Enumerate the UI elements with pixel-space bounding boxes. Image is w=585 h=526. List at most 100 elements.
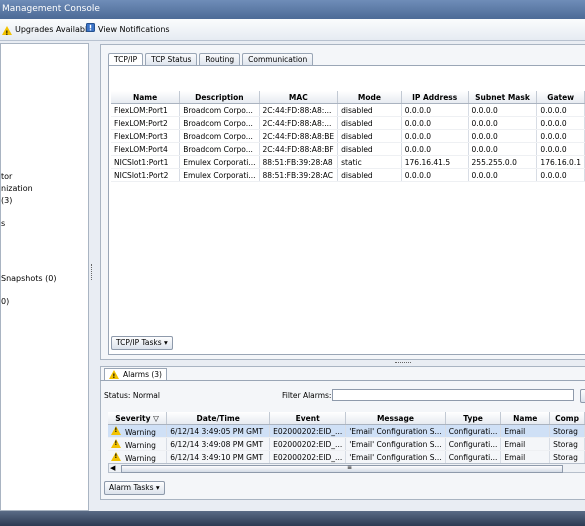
cell-subnet-mask: 0.0.0.0 [468,103,538,117]
tcpip-tasks-button[interactable]: TCP/IP Tasks ▾ [111,336,173,350]
column-header-date-time[interactable]: Date/Time [166,412,271,425]
cell-description: Broadcom Corpo... [179,103,260,117]
column-header-description[interactable]: Description [179,91,260,104]
notifications-label: View Notifications [98,25,170,34]
cell-description: Emulex Corporati... [179,155,260,169]
table-row[interactable]: Warning 6/12/14 3:49:05 PM GMT E02000202… [108,424,585,438]
cell-event: E02000202:EID_... [269,450,347,464]
nav-item[interactable]: 0) [1,297,9,306]
nav-item[interactable]: tor [1,172,12,181]
upgrades-label: Upgrades Available [15,25,93,34]
nav-item[interactable]: nization [1,184,33,193]
cell-name: NICSlot1:Port1 [111,155,181,169]
cell-ip-address: 176.16.41.5 [401,155,469,169]
cell-gateway: 0.0.0.0 [536,116,585,130]
tab-tcp-status[interactable]: TCP Status [145,53,198,65]
cell-subnet-mask: 0.0.0.0 [468,129,538,143]
cell-name: FlexLOM:Port4 [111,142,181,156]
scroll-left-icon[interactable]: ◀ [110,464,115,472]
cell-mac: 88:51:FB:39:28:AC [259,168,339,182]
scroll-grip-icon: ≡ [347,464,353,471]
tab-routing[interactable]: Routing [199,53,241,65]
navigation-tree[interactable]: tor nization (3) s Snapshots (0) 0) [0,43,89,511]
status-label: Status: [104,391,131,400]
column-header-severity[interactable]: Severity ▽ [108,412,168,425]
alarms-table: Severity ▽ Date/Time Event Message Type … [108,412,585,464]
cell-description: Broadcom Corpo... [179,129,260,143]
filter-button[interactable] [580,389,585,403]
warning-icon [111,438,121,448]
cell-message: 'Email' Configuration S... [345,437,446,451]
column-header-mac[interactable]: MAC [259,91,339,104]
column-header-subnet-mask[interactable]: Subnet Mask [468,91,538,104]
cell-gateway: 176.16.0.1 [536,155,585,169]
table-row[interactable]: NICSlot1:Port1 Emulex Corporati... 88:51… [111,155,585,169]
nav-item[interactable]: (3) [1,196,12,205]
cell-message: 'Email' Configuration S... [345,450,446,464]
cell-gateway: 0.0.0.0 [536,103,585,117]
table-row[interactable]: FlexLOM:Port2 Broadcom Corpo... 2C:44:FD… [111,116,585,130]
cell-type: Configurati... [445,437,502,451]
cell-date-time: 6/12/14 3:49:10 PM GMT [166,450,271,464]
table-row[interactable]: Warning 6/12/14 3:49:10 PM GMT E02000202… [108,450,585,464]
filter-alarms-input[interactable] [332,389,574,401]
alarm-status: Status: Normal [104,391,160,400]
warning-icon [111,451,121,461]
cell-component: Storag [549,437,585,451]
cell-gateway: 0.0.0.0 [536,129,585,143]
cell-name: Email [500,424,551,438]
column-header-name[interactable]: Name [500,412,551,425]
cell-message: 'Email' Configuration S... [345,424,446,438]
alarm-tasks-button[interactable]: Alarm Tasks ▾ [104,481,165,495]
cell-date-time: 6/12/14 3:49:08 PM GMT [166,437,271,451]
column-header-message[interactable]: Message [345,412,446,425]
column-header-mode[interactable]: Mode [337,91,402,104]
cell-severity: Warning [108,450,168,464]
column-header-type[interactable]: Type [445,412,502,425]
cell-component: Storag [549,450,585,464]
cell-ip-address: 0.0.0.0 [401,129,469,143]
table-row[interactable]: NICSlot1:Port2 Emulex Corporati... 88:51… [111,168,585,182]
scroll-thumb[interactable] [121,465,563,473]
column-header-component[interactable]: Comp [549,412,585,425]
cell-description: Emulex Corporati... [179,168,260,182]
horizontal-scrollbar[interactable]: ◀ ≡ [108,463,585,473]
table-row[interactable]: FlexLOM:Port1 Broadcom Corpo... 2C:44:FD… [111,103,585,117]
nav-item[interactable]: s [1,219,5,228]
cell-gateway: 0.0.0.0 [536,168,585,182]
cell-name: FlexLOM:Port1 [111,103,181,117]
cell-severity: Warning [108,424,168,438]
status-value: Normal [132,391,160,400]
cell-severity: Warning [108,437,168,451]
nav-item[interactable]: Snapshots (0) [1,274,56,283]
filter-alarms-label: Filter Alarms: [282,391,332,400]
column-header-event[interactable]: Event [269,412,347,425]
tab-communication[interactable]: Communication [242,53,314,65]
cell-subnet-mask: 0.0.0.0 [468,142,538,156]
table-row[interactable]: FlexLOM:Port3 Broadcom Corpo... 2C:44:FD… [111,129,585,143]
cell-mac: 88:51:FB:39:28:A8 [259,155,339,169]
cell-subnet-mask: 255.255.0.0 [468,155,538,169]
cell-subnet-mask: 0.0.0.0 [468,116,538,130]
cell-mac: 2C:44:FD:88:A8:... [259,116,339,130]
cell-mode: disabled [337,103,402,117]
table-row[interactable]: Warning 6/12/14 3:49:08 PM GMT E02000202… [108,437,585,451]
cell-description: Broadcom Corpo... [179,116,260,130]
os-taskbar [0,511,585,526]
tab-alarms[interactable]: Alarms (3) [104,368,167,382]
upgrades-available-button[interactable]: Upgrades Available [2,23,93,41]
column-header-ip-address[interactable]: IP Address [401,91,469,104]
cell-ip-address: 0.0.0.0 [401,116,469,130]
column-header-name[interactable]: Name [111,91,181,104]
warning-icon [111,425,121,435]
cell-name: FlexLOM:Port3 [111,129,181,143]
cell-event: E02000202:EID_... [269,437,347,451]
toolbar: Upgrades Available View Notifications [0,19,585,41]
cell-description: Broadcom Corpo... [179,142,260,156]
view-notifications-button[interactable]: View Notifications [86,23,170,37]
table-row[interactable]: FlexLOM:Port4 Broadcom Corpo... 2C:44:FD… [111,142,585,156]
column-header-gateway[interactable]: Gatew [536,91,585,104]
cell-date-time: 6/12/14 3:49:05 PM GMT [166,424,271,438]
cell-type: Configurati... [445,424,502,438]
cell-mode: disabled [337,129,402,143]
